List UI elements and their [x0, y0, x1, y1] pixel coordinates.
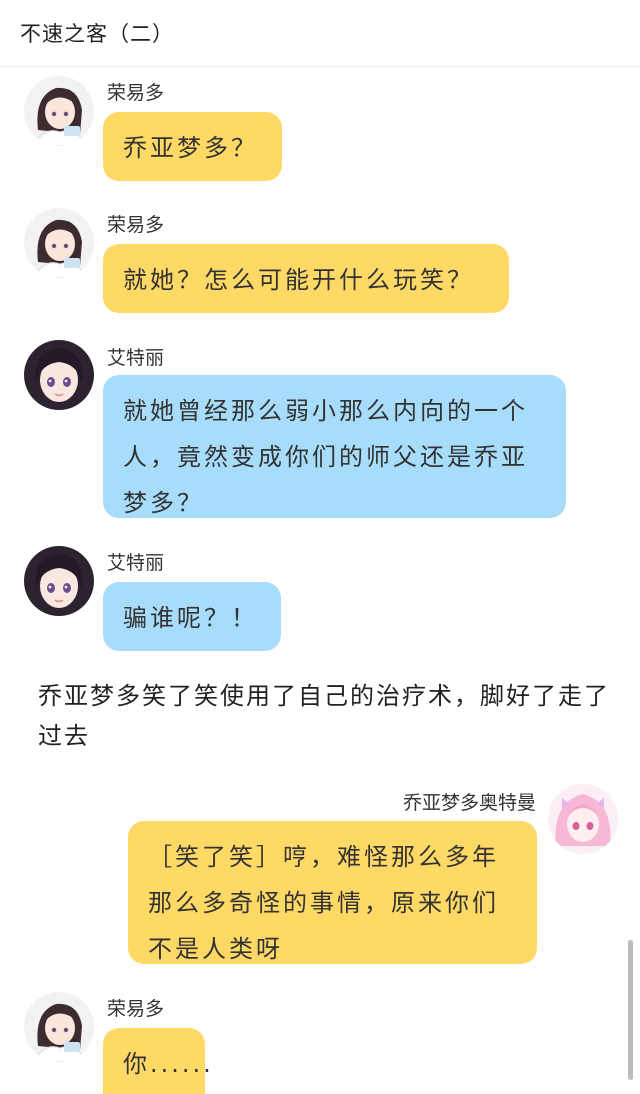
avatar-rongyiduo[interactable] — [24, 76, 94, 146]
avatar-rongyiduo[interactable] — [24, 992, 94, 1062]
avatar-aitelite-image — [24, 546, 94, 616]
avatar-rongyiduo-image — [24, 992, 94, 1062]
narration-text: 乔亚梦多笑了笑使用了自己的治疗术，脚好了走了过去 — [38, 682, 610, 750]
sender-name: 艾特丽 — [107, 552, 165, 574]
message-bubble[interactable]: 乔亚梦多？ — [103, 112, 282, 181]
message-bubble[interactable]: ［笑了笑］哼，难怪那么多年那么多奇怪的事情，原来你们不是人类呀 — [128, 821, 537, 964]
sender-name: 艾特丽 — [107, 347, 165, 369]
avatar-aitelite-image — [24, 340, 94, 410]
scrollbar[interactable] — [628, 940, 633, 1080]
page-title: 不速之客（二） — [20, 22, 174, 46]
message-bubble[interactable]: 骗谁呢？！ — [103, 582, 281, 651]
avatar-aitelite[interactable] — [24, 340, 94, 410]
message-bubble[interactable]: 就她曾经那么弱小那么内向的一个人，竟然变成你们的师父还是乔亚梦多？ — [103, 375, 566, 518]
message-bubble[interactable]: 你...... — [103, 1028, 211, 1094]
avatar-rongyiduo-image — [24, 208, 94, 278]
avatar-rongyiduo-image — [24, 76, 94, 146]
avatar-rongyiduo[interactable] — [24, 208, 94, 278]
sender-name: 荣易多 — [107, 998, 165, 1020]
top-bar: 不速之客（二） — [0, 0, 640, 67]
sender-name: 荣易多 — [107, 82, 165, 104]
sender-name: 乔亚梦多奥特曼 — [402, 792, 536, 814]
avatar-aitelite[interactable] — [24, 546, 94, 616]
avatar-qiaoyamengduo-image — [548, 784, 618, 854]
sender-name: 荣易多 — [107, 214, 165, 236]
message-bubble[interactable]: 就她？怎么可能开什么玩笑？ — [103, 244, 509, 313]
avatar-qiaoyamengduo[interactable] — [548, 784, 618, 854]
